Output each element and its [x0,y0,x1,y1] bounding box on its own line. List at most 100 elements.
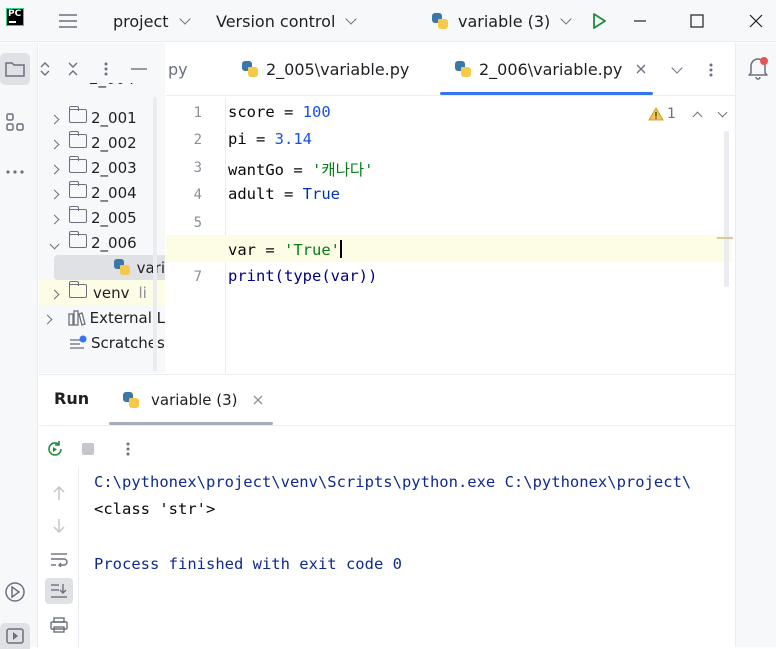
run-panel-title: Run [54,389,90,408]
project-selector[interactable]: project [113,0,191,42]
chevron-down-icon [345,12,358,25]
chevron-right-icon [49,214,59,224]
tree-item-folder[interactable]: 2_004 [39,83,165,99]
library-icon [67,309,86,326]
maximize-icon[interactable] [686,10,708,32]
chevron-right-icon [49,289,59,299]
tab-py[interactable]: py [168,43,188,95]
code-line: adult = True [228,185,340,203]
python-file-icon [114,259,130,275]
tree-item-folder[interactable]: venv li [39,280,165,305]
main-menu-icon[interactable] [56,10,80,32]
services-tool-icon[interactable] [2,579,28,605]
structure-tool-icon[interactable] [2,109,28,135]
tree-item-file-selected[interactable]: vari [54,255,165,280]
console-line: Process finished with exit code 0 [94,555,402,573]
tree-item-folder[interactable]: 2_004 [39,180,165,205]
editor-options-icon[interactable] [700,59,722,81]
vcs-selector-label: Version control [216,11,336,31]
scratches-icon [69,335,87,351]
minimize-icon[interactable] [629,10,651,32]
tree-item-scratches[interactable]: Scratches [39,330,165,355]
run-config-selector[interactable]: variable (3) [432,0,572,42]
warning-icon [648,107,664,121]
close-icon[interactable] [745,10,767,32]
pycharm-logo-icon: PC [6,8,24,26]
run-tool-window: Run variable (3) C:\pythonex\project\ven… [39,374,735,648]
run-tool-icon[interactable] [0,623,30,649]
more-options-icon[interactable] [119,438,137,460]
folder-icon [68,230,87,248]
run-icon[interactable] [588,10,610,32]
active-tab-indicator [440,92,653,95]
tree-item-label: 2_001 [91,108,137,127]
hide-panel-icon[interactable] [129,59,149,79]
chevron-down-icon[interactable] [717,107,728,117]
inspection-widget[interactable]: 1 [648,105,728,123]
left-tool-window-bar [0,43,38,649]
folder-icon [68,155,87,173]
tree-item-label: 2_003 [91,158,137,177]
tree-item-label: vari [136,258,165,277]
project-selector-label: project [113,11,169,31]
chevron-down-icon [178,12,191,25]
console-output[interactable]: C:\pythonex\project\venv\Scripts\python.… [39,468,735,648]
rerun-icon[interactable] [44,438,66,460]
tree-item-folder[interactable]: 2_003 [39,155,165,180]
tree-item-folder[interactable]: 2_005 [39,205,165,230]
editor-tabs: py 2_005\variable.py 2_006\variable.py [166,43,735,96]
tree-item-label: 2_006 [91,233,137,252]
collapse-all-icon[interactable] [65,59,81,79]
project-panel-scrollbar[interactable] [153,97,157,371]
chevron-down-icon [49,239,59,249]
tree-item-label: 2_004 [89,83,135,88]
folder-icon [68,105,87,123]
vcs-selector[interactable]: Version control [216,0,358,42]
tree-item-folder[interactable]: 2_001 [39,105,165,130]
python-file-icon [123,392,139,408]
code-line: score = 100 [228,103,331,121]
tab-2-005-variable[interactable]: 2_005\variable.py [242,43,409,95]
tree-item-folder[interactable]: 2_002 [39,130,165,155]
tree-item-label: venv [93,283,130,302]
warning-count: 1 [667,106,676,122]
project-tool-icon[interactable] [0,53,30,85]
folder-icon [68,180,87,198]
expand-collapse-icon[interactable] [39,59,51,79]
chevron-down-icon [560,12,572,25]
run-tab-variable-3[interactable]: variable (3) [109,375,273,425]
options-icon[interactable] [99,59,113,79]
editor-scrollbar[interactable] [724,131,729,287]
chevron-right-icon [49,189,59,199]
tab-close-icon[interactable] [252,394,264,406]
text-cursor [340,240,342,258]
run-toolbar [39,425,735,467]
python-file-icon [242,61,258,77]
folder-icon [68,130,87,148]
error-stripe-mark [717,237,733,239]
project-tool-window: 2_004 2_001 2_002 2_003 2_004 2_005 2_00… [39,43,165,373]
run-config-label: variable (3) [458,11,551,31]
stop-icon[interactable] [77,438,99,460]
title-bar: PC project Version control variable (3) [0,0,776,42]
tab-2-006-variable[interactable]: 2_006\variable.py [440,43,653,95]
chevron-up-icon[interactable] [692,111,703,121]
tab-close-icon[interactable] [634,62,648,76]
code-line: wantGo = '캐나다' [228,161,374,179]
console-line: <class 'str'> [94,500,216,518]
chevron-right-icon [49,139,59,149]
console-line: C:\pythonex\project\venv\Scripts\python.… [94,473,692,491]
code-line: print(type(var)) [228,267,378,285]
chevron-right-icon [49,164,59,174]
code-line: var = 'True' [228,240,342,259]
tab-list-chevron-icon[interactable] [666,59,688,81]
folder-icon [68,280,87,298]
code-content[interactable]: score = 100 pi = 3.14 wantGo = '캐나다' adu… [166,97,726,373]
more-tools-icon[interactable] [2,159,28,185]
notifications-icon[interactable] [746,55,770,81]
right-tool-window-bar [735,43,776,647]
tree-item-library[interactable]: External L [39,305,165,330]
tree-item-folder-expanded[interactable]: 2_006 [39,230,165,255]
tree-item-suffix: li [138,283,147,302]
editor-area: py 2_005\variable.py 2_006\variable.py 1… [166,43,735,373]
